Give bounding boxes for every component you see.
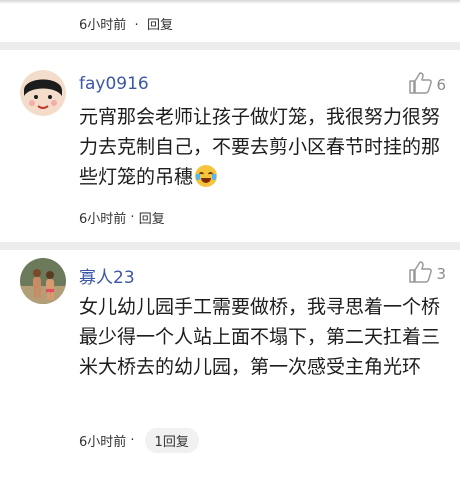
comment-time: 6小时前 xyxy=(79,435,127,450)
reply-link[interactable]: 回复 xyxy=(147,18,173,33)
previous-comment-meta: 6小时前 · 回复 xyxy=(79,18,173,33)
like-button[interactable]: 6 xyxy=(408,72,446,98)
comment-text: 女儿幼儿园手工需要做桥，我寻思着一个桥最少得一个人站上面不塌下，第二天扛着三米大… xyxy=(79,296,441,378)
comment-meta: 6小时前 · 回复 xyxy=(79,208,165,227)
like-count: 3 xyxy=(436,265,446,283)
thumbs-up-icon xyxy=(408,72,433,98)
previous-comment-edge xyxy=(0,0,460,4)
like-count: 6 xyxy=(436,76,446,94)
avatar[interactable] xyxy=(20,258,66,304)
avatar[interactable] xyxy=(20,70,66,116)
laughing-crying-emoji xyxy=(195,165,218,187)
section-divider xyxy=(0,42,460,50)
thumbs-up-icon xyxy=(408,261,433,287)
comment-time: 6小时前 xyxy=(79,212,127,227)
reply-link[interactable]: 回复 xyxy=(139,208,165,227)
username[interactable]: fay0916 xyxy=(79,74,149,94)
username[interactable]: 寡人23 xyxy=(79,263,135,288)
comment-time: 6小时前 xyxy=(79,18,127,33)
section-divider xyxy=(0,242,460,250)
like-button[interactable]: 3 xyxy=(408,261,446,287)
reply-count-button[interactable]: 1回复 xyxy=(144,428,199,453)
comment-text: 元宵那会老师让孩子做灯笼，我很努力很努力去克制自己，不要去剪小区春节时挂的那些灯… xyxy=(79,106,441,188)
comment-meta: 6小时前 · 1回复 xyxy=(79,428,199,453)
